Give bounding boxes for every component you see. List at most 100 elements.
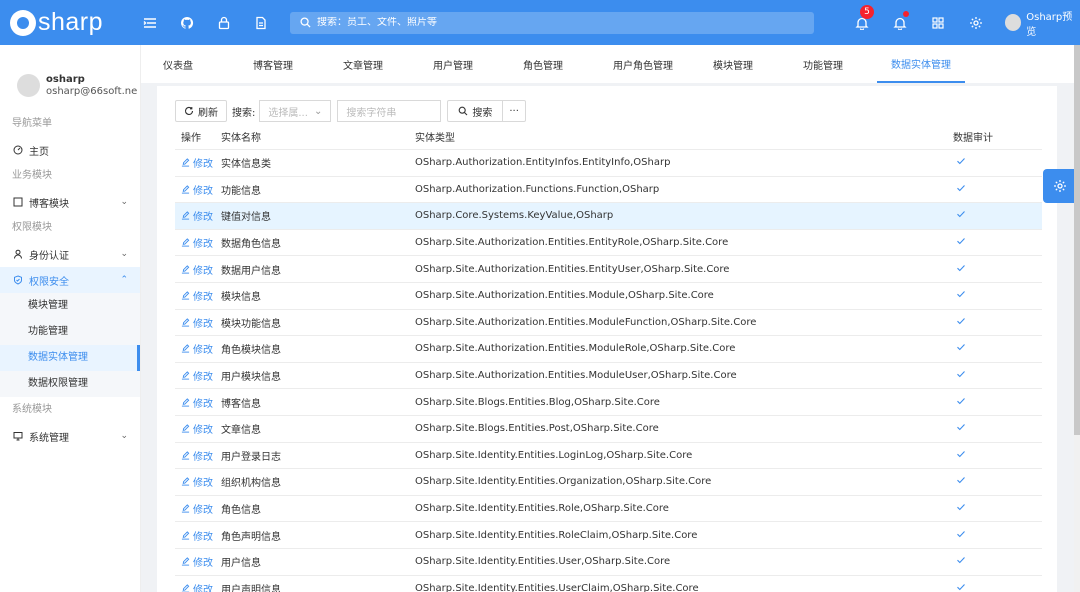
table-row[interactable]: 修改 功能信息 OSharp.Authorization.Functions.Fun… <box>175 177 1042 204</box>
edit-button[interactable]: 修改 <box>181 421 221 436</box>
edit-button[interactable]: 修改 <box>181 501 221 516</box>
header-name[interactable]: 实体名称 <box>221 129 415 144</box>
sidebar-subitem-data-permission[interactable]: 数据权限管理 <box>0 371 140 397</box>
edit-button[interactable]: 修改 <box>181 235 221 250</box>
sidebar-item-identity[interactable]: 身份认证 ⌄ <box>0 241 140 267</box>
edit-label: 修改 <box>193 558 213 570</box>
tab-module-management[interactable]: 模块管理 <box>693 45 773 83</box>
field-select[interactable]: 选择属... ⌄ <box>259 100 332 122</box>
edit-label: 修改 <box>193 318 213 330</box>
tab-post-management[interactable]: 文章管理 <box>323 45 403 83</box>
tab-role-management[interactable]: 角色管理 <box>503 45 583 83</box>
settings-drawer-button[interactable] <box>1043 169 1077 203</box>
page-scrollbar[interactable] <box>1074 45 1080 592</box>
edit-button[interactable]: 修改 <box>181 341 221 356</box>
sidebar-subitem-function[interactable]: 功能管理 <box>0 319 140 345</box>
table-row[interactable]: 修改 角色信息 OSharp.Site.Identity.Entities.Role… <box>175 496 1042 523</box>
sidebar-subitem-entity[interactable]: 数据实体管理 <box>0 345 140 371</box>
table-row[interactable]: 修改 实体信息类 OSharp.Authorization.EntityInfos.… <box>175 150 1042 177</box>
table-row[interactable]: 修改 用户登录日志 OSharp.Site.Identity.Entities.Lo… <box>175 443 1042 470</box>
user-profile[interactable]: osharp osharp@66soft.ne <box>0 45 140 105</box>
tab-user-role-management[interactable]: 用户角色管理 <box>593 45 693 83</box>
edit-label: 修改 <box>193 212 213 224</box>
edit-button[interactable]: 修改 <box>181 262 221 277</box>
audit-check-icon <box>953 369 1033 382</box>
edit-button[interactable]: 修改 <box>181 474 221 489</box>
table-row[interactable]: 修改 模块功能信息 OSharp.Site.Authorization.Entiti… <box>175 310 1042 337</box>
edit-icon <box>181 371 190 380</box>
entity-type-cell: OSharp.Site.Authorization.Entities.Entit… <box>415 263 730 275</box>
refresh-button[interactable]: 刷新 <box>175 100 227 122</box>
header-audit[interactable]: 数据审计 <box>953 129 1033 144</box>
entity-name-cell: 博客信息 <box>221 398 261 410</box>
edit-button[interactable]: 修改 <box>181 288 221 303</box>
edit-button[interactable]: 修改 <box>181 155 221 170</box>
github-icon[interactable] <box>177 13 197 33</box>
edit-icon <box>181 504 190 513</box>
scrollbar-thumb[interactable] <box>1074 45 1080 435</box>
global-search-input[interactable] <box>317 17 797 28</box>
edit-button[interactable]: 修改 <box>181 182 221 197</box>
entity-name-cell: 用户信息 <box>221 558 261 570</box>
keyword-input[interactable]: 搜索字符串 <box>337 100 442 122</box>
tab-dashboard[interactable]: 仪表盘 <box>143 45 213 83</box>
bell-icon[interactable]: 5 <box>852 4 874 33</box>
audit-check-icon <box>953 342 1033 355</box>
apps-grid-icon[interactable] <box>928 13 947 33</box>
table-row[interactable]: 修改 用户模块信息 OSharp.Site.Authorization.Entiti… <box>175 363 1042 390</box>
bell-plus-icon[interactable] <box>890 10 910 33</box>
search-icon <box>459 106 468 116</box>
edit-label: 修改 <box>193 531 213 543</box>
gear-icon[interactable] <box>967 13 986 33</box>
tab-bar: 仪表盘 博客管理 文章管理 用户管理 角色管理 用户角色管理 模块管理 功能管理… <box>141 45 1080 83</box>
sidebar-item-system[interactable]: 系统管理 ⌄ <box>0 423 140 449</box>
edit-icon <box>181 211 190 221</box>
table-row[interactable]: 修改 博客信息 OSharp.Site.Blogs.Entities.Blog,OS… <box>175 389 1042 416</box>
edit-button[interactable]: 修改 <box>181 528 221 543</box>
nav-group-label: 权限模块 <box>12 222 52 233</box>
entity-type-cell: OSharp.Site.Authorization.Entities.Modul… <box>415 343 736 355</box>
sidebar-item-blog[interactable]: 博客模块 ⌄ <box>0 189 140 215</box>
tab-blog-management[interactable]: 博客管理 <box>233 45 313 83</box>
more-button[interactable]: ··· <box>503 100 526 122</box>
edit-button[interactable]: 修改 <box>181 315 221 330</box>
table-row[interactable]: 修改 文章信息 OSharp.Site.Blogs.Entities.Post,OS… <box>175 416 1042 443</box>
tab-entity-management[interactable]: 数据实体管理 <box>877 45 965 83</box>
edit-button[interactable]: 修改 <box>181 395 221 410</box>
sidebar-subitem-module[interactable]: 模块管理 <box>0 293 140 319</box>
edit-button[interactable]: 修改 <box>181 554 221 569</box>
table-row[interactable]: 修改 角色模块信息 OSharp.Site.Authorization.Entiti… <box>175 336 1042 363</box>
table-row[interactable]: 修改 键值对信息 OSharp.Core.Systems.KeyValue,OSha… <box>175 203 1042 230</box>
entity-type-cell: OSharp.Site.Blogs.Entities.Blog,OSharp.S… <box>415 396 660 408</box>
tab-function-management[interactable]: 功能管理 <box>783 45 863 83</box>
document-icon[interactable] <box>251 13 271 33</box>
edit-button[interactable]: 修改 <box>181 368 221 383</box>
table-row[interactable]: 修改 组织机构信息 OSharp.Site.Identity.Entities.Or… <box>175 469 1042 496</box>
table-row[interactable]: 修改 用户信息 OSharp.Site.Identity.Entities.User… <box>175 549 1042 576</box>
global-search[interactable] <box>290 11 814 34</box>
edit-button[interactable]: 修改 <box>181 208 221 223</box>
edit-button[interactable]: 修改 <box>181 581 221 592</box>
sidebar-item-security[interactable]: 权限安全 ⌃ <box>0 267 140 293</box>
lock-icon[interactable] <box>214 13 234 33</box>
avatar <box>1004 14 1022 31</box>
edit-label: 修改 <box>193 345 213 357</box>
entity-name-cell: 键值对信息 <box>221 212 271 224</box>
logo[interactable]: sharp <box>10 8 140 37</box>
tab-user-management[interactable]: 用户管理 <box>413 45 493 83</box>
table-row[interactable]: 修改 数据角色信息 OSharp.Site.Authorization.Entiti… <box>175 230 1042 257</box>
table-row[interactable]: 修改 角色声明信息 OSharp.Site.Identity.Entities.Ro… <box>175 522 1042 549</box>
audit-check-icon <box>953 289 1033 302</box>
header-type[interactable]: 实体类型 <box>415 129 953 144</box>
table-row[interactable]: 修改 模块信息 OSharp.Site.Authorization.Entities… <box>175 283 1042 310</box>
table-row[interactable]: 修改 数据用户信息 OSharp.Site.Authorization.Entiti… <box>175 256 1042 283</box>
user-menu[interactable]: Osharp预览 <box>1004 8 1080 38</box>
menu-icon[interactable] <box>140 13 160 33</box>
audit-check-icon <box>953 263 1033 276</box>
table-row[interactable]: 修改 用户声明信息 OSharp.Site.Identity.Entities.Us… <box>175 576 1042 592</box>
entity-type-cell: OSharp.Site.Identity.Entities.Organizati… <box>415 476 712 488</box>
sidebar-item-home[interactable]: 主页 <box>0 137 140 163</box>
search-button[interactable]: 搜索 <box>447 100 504 122</box>
edit-button[interactable]: 修改 <box>181 448 221 463</box>
entity-name-cell: 角色模块信息 <box>221 345 281 357</box>
